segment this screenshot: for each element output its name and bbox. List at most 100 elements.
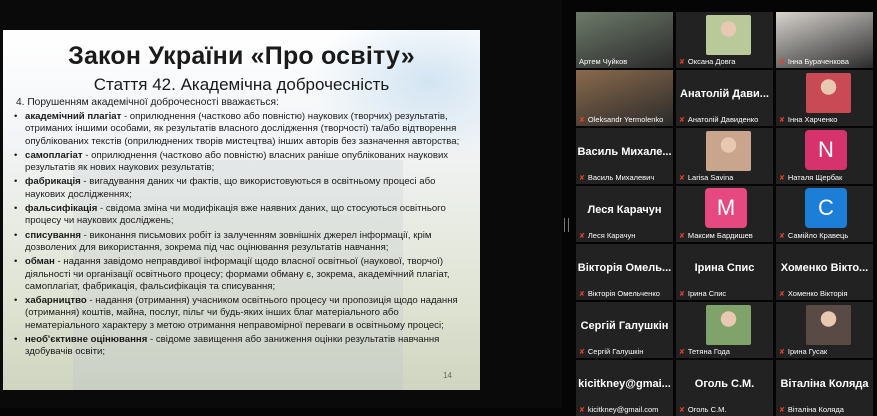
participant-name: Хоменко Вікторія — [787, 289, 848, 298]
participant-caption: ✘ Оксана Довга — [679, 57, 735, 66]
participant-tile[interactable]: Хоменко Вікто... ✘ Хоменко Вікторія — [776, 244, 873, 300]
participant-tile[interactable]: N ✘ Наталя Щербак — [776, 128, 873, 184]
panel-resize-handle[interactable] — [564, 218, 569, 232]
participant-caption: ✘ Oleksandr Yermolenko — [579, 115, 663, 124]
participant-display-name: kicitkney@gmai... — [578, 378, 671, 390]
participant-name: Вікторія Омельченко — [587, 289, 660, 298]
slide-bullet-item: обман - надання завідомо неправдивої інф… — [13, 256, 473, 293]
participant-caption: ✘ Вікторія Омельченко — [579, 289, 660, 298]
participant-tile[interactable]: ✘ Оксана Довга — [676, 12, 773, 68]
participant-caption: ✘ Віталіна Коляда — [779, 405, 844, 414]
participant-caption: ✘ Інна Харченко — [779, 115, 837, 124]
participant-caption: ✘ Ірина Гусак — [779, 347, 827, 356]
bullet-term: самоплагіат — [25, 149, 83, 161]
participant-display-name: Леся Карачун — [587, 204, 662, 216]
bullet-term: необ'єктивне оцінювання — [25, 334, 148, 346]
participant-tile[interactable]: C ✘ Самійло Кравець — [776, 186, 873, 242]
shared-screen: Закон України «Про освіту» Стаття 42. Ак… — [0, 0, 562, 408]
slide-subtitle: Стаття 42. Академічна доброчесність — [93, 75, 390, 94]
slide-bullet-item: списування - виконання письмових робіт і… — [13, 230, 473, 255]
participant-name: Василь Михалевич — [587, 173, 655, 182]
participant-name: Самійло Кравець — [787, 231, 849, 240]
participant-display-name: Хоменко Вікто... — [780, 262, 869, 274]
participant-caption: ✘ Оголь С.М. — [679, 405, 727, 414]
participant-caption: Артем Чуйков — [579, 57, 627, 66]
participant-tile[interactable]: Вікторія Омель... ✘ Вікторія Омельченко — [576, 244, 673, 300]
participant-caption: ✘ Самійло Кравець — [779, 231, 848, 240]
participant-name: Інна Харченко — [787, 115, 838, 124]
muted-mic-icon: ✘ — [779, 117, 785, 124]
participant-name: Віталіна Коляда — [787, 405, 844, 414]
participant-caption: ✘ Ірина Спис — [679, 289, 726, 298]
muted-mic-icon: ✘ — [779, 59, 785, 66]
participant-name: Larisa Savina — [687, 173, 734, 182]
participant-display-name: Анатолій Дави... — [680, 88, 769, 100]
participant-name: Оголь С.М. — [687, 405, 727, 414]
participant-tile[interactable]: ✘ Інна Харченко — [776, 70, 873, 126]
participant-name: Максим Бардишев — [687, 231, 753, 240]
slide-bullet-item: академічний плагіат - оприлюднення (част… — [13, 111, 473, 148]
participant-tile[interactable]: ✘ Larisa Savina — [676, 128, 773, 184]
muted-mic-icon: ✘ — [679, 291, 685, 298]
participant-name: Тетяна Года — [687, 347, 730, 356]
participant-name: kicitkney@gmail.com — [587, 405, 659, 414]
muted-mic-icon: ✘ — [579, 291, 585, 298]
participant-tile[interactable]: Артем Чуйков — [576, 12, 673, 68]
muted-mic-icon: ✘ — [579, 233, 585, 240]
slide-page-number: 14 — [443, 371, 452, 380]
participant-name: Oleksandr Yermolenko — [587, 115, 664, 124]
muted-mic-icon: ✘ — [779, 407, 785, 414]
presentation-slide: Закон України «Про освіту» Стаття 42. Ак… — [3, 30, 480, 390]
slide-title: Закон України «Про освіту» — [68, 42, 415, 70]
participant-avatar — [706, 305, 751, 345]
participant-tile[interactable]: Анатолій Дави... ✘ Анатолій Давиденко — [676, 70, 773, 126]
participant-caption: ✘ kicitkney@gmail.com — [579, 405, 658, 414]
participant-avatar — [706, 131, 751, 171]
participant-tile[interactable]: ✘ Тетяна Года — [676, 302, 773, 358]
muted-mic-icon: ✘ — [779, 175, 785, 182]
bullet-text: - вигадування даних чи фактів, що викори… — [25, 176, 436, 200]
participant-tile[interactable]: Ірина Спис ✘ Ірина Спис — [676, 244, 773, 300]
participant-tile[interactable]: ✘ Інна Бураченкова — [776, 12, 873, 68]
participant-caption: ✘ Larisa Savina — [679, 173, 733, 182]
slide-bullet-item: фабрикація - вигадування даних чи фактів… — [13, 176, 473, 201]
participant-avatar — [806, 305, 851, 345]
bullet-term: списування — [25, 229, 81, 241]
participant-initial-avatar: M — [705, 188, 747, 228]
bullet-text: - оприлюднення (частково або повністю) в… — [25, 149, 449, 174]
bullet-term: фабрикація — [25, 176, 81, 188]
participant-caption: ✘ Василь Михалевич — [579, 173, 654, 182]
participant-tile[interactable]: Сергій Галушкін ✘ Сергій Галушкін — [576, 302, 673, 358]
participant-tile[interactable]: M ✘ Максим Бардишев — [676, 186, 773, 242]
muted-mic-icon: ✘ — [579, 175, 585, 182]
slide-bullet-item: необ'єктивне оцінювання - свідоме завище… — [13, 334, 473, 359]
muted-mic-icon: ✘ — [579, 117, 585, 124]
bullet-text: - надання завідомо неправдивої інформаці… — [25, 256, 450, 292]
participant-name: Оксана Довга — [687, 57, 736, 66]
participant-initial-avatar: N — [805, 130, 847, 170]
muted-mic-icon: ✘ — [679, 233, 685, 240]
slide-bullet-list: академічний плагіат - оприлюднення (част… — [13, 111, 473, 361]
participant-display-name: Вікторія Омель... — [577, 262, 672, 274]
bullet-term: академічний плагіат — [25, 111, 122, 122]
participant-caption: ✘ Леся Карачун — [579, 231, 635, 240]
participant-tile[interactable]: ✘ Oleksandr Yermolenko — [576, 70, 673, 126]
participant-avatar — [706, 15, 751, 55]
participant-display-name: Василь Михале... — [577, 146, 672, 158]
bullet-term: фальсифікація — [25, 203, 98, 215]
muted-mic-icon: ✘ — [779, 291, 785, 298]
slide-bullet-item: самоплагіат - оприлюднення (частково або… — [13, 150, 473, 175]
participant-display-name: Віталіна Коляда — [780, 378, 869, 390]
participant-caption: ✘ Максим Бардишев — [679, 231, 753, 240]
bullet-text: - надання (отримання) учасником освітньо… — [25, 295, 458, 331]
participant-caption: ✘ Сергій Галушкін — [579, 347, 643, 356]
participant-tile[interactable]: ✘ Ірина Гусак — [776, 302, 873, 358]
participant-tile[interactable]: Василь Михале... ✘ Василь Михалевич — [576, 128, 673, 184]
participant-tile[interactable]: Леся Карачун ✘ Леся Карачун — [576, 186, 673, 242]
muted-mic-icon: ✘ — [679, 407, 685, 414]
participant-caption: ✘ Інна Бураченкова — [779, 57, 849, 66]
participant-name: Наталя Щербак — [787, 173, 843, 182]
participant-name: Сергій Галушкін — [587, 347, 644, 356]
bullet-term: обман — [25, 256, 55, 268]
participant-name: Анатолій Давиденко — [687, 115, 759, 124]
